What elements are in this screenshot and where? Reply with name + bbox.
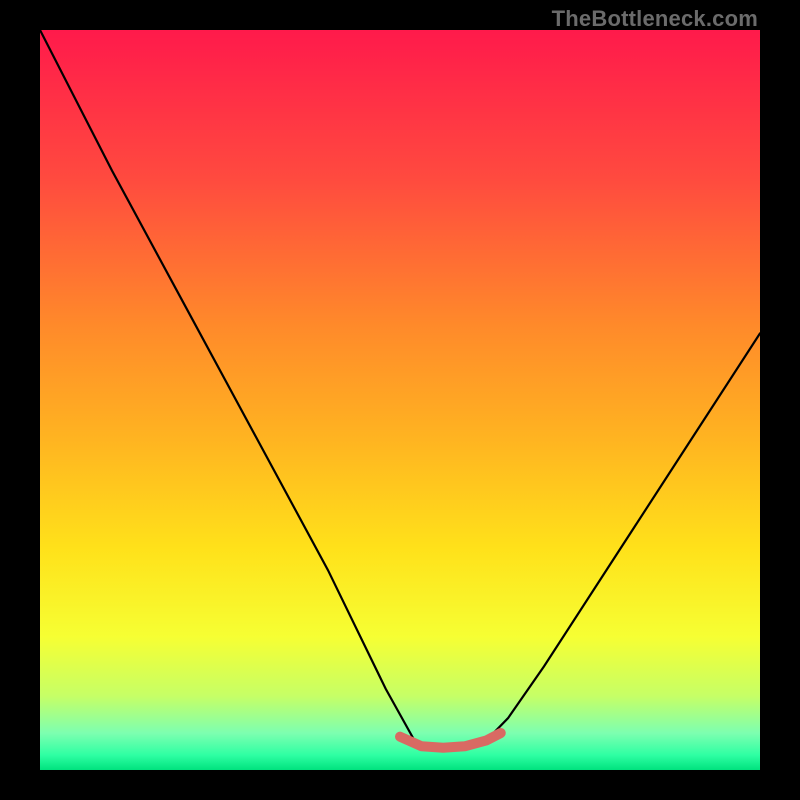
sweet-spot-band — [400, 733, 501, 748]
plot-area — [40, 30, 760, 770]
watermark-label: TheBottleneck.com — [552, 6, 758, 32]
chart-curves — [40, 30, 760, 770]
bottleneck-curve — [40, 30, 760, 748]
chart-frame: TheBottleneck.com — [0, 0, 800, 800]
